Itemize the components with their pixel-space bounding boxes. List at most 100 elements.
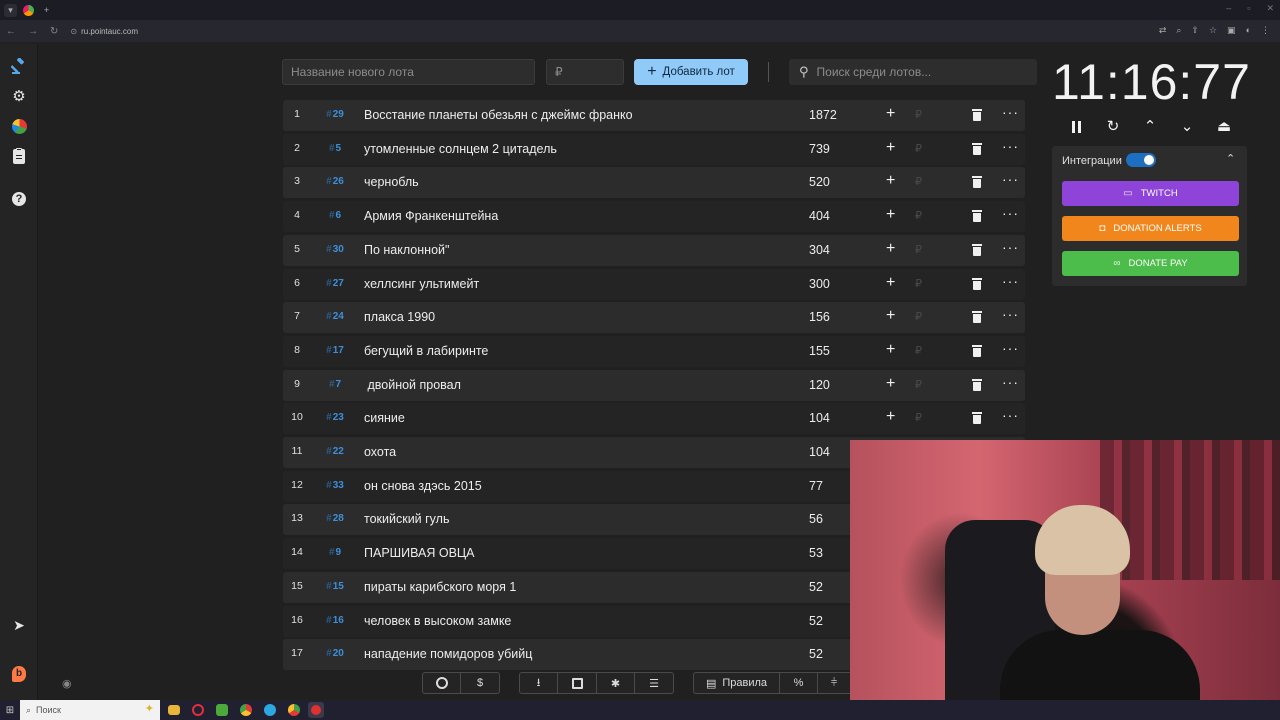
lot-name[interactable]: человек в высоком замке: [364, 614, 511, 628]
more-options-icon[interactable]: ···: [1002, 138, 1019, 154]
bug-icon[interactable]: ✱: [597, 673, 635, 693]
new-lot-amount-input[interactable]: ₽: [546, 59, 624, 85]
add-amount-icon[interactable]: +: [886, 341, 895, 359]
clipboard-icon[interactable]: [9, 146, 29, 166]
trash-icon[interactable]: [972, 243, 982, 256]
chevron-down-icon[interactable]: ⌄: [1177, 117, 1197, 137]
add-amount-icon[interactable]: +: [886, 274, 895, 292]
rules-button[interactable]: ▤ Правила: [694, 673, 780, 693]
more-options-icon[interactable]: ···: [1002, 273, 1019, 289]
new-tab-icon[interactable]: +: [40, 4, 53, 17]
telegram-taskbar-icon[interactable]: [264, 704, 276, 716]
eject-icon[interactable]: ⏏: [1214, 117, 1234, 137]
lot-name[interactable]: утомленные солнцем 2 цитадель: [364, 142, 557, 156]
lot-row[interactable]: 2 #5 утомленные солнцем 2 цитадель 739 + ₽ ···: [283, 133, 1025, 165]
trash-icon[interactable]: [972, 378, 982, 391]
bookmark-star-icon[interactable]: ☆: [1209, 25, 1217, 36]
lot-name[interactable]: он снова здэсь 2015: [364, 479, 482, 493]
maximize-icon[interactable]: ▫: [1247, 3, 1250, 14]
reset-timer-icon[interactable]: ↻: [1103, 117, 1123, 137]
close-window-icon[interactable]: ✕: [1266, 3, 1274, 14]
more-options-icon[interactable]: ···: [1002, 306, 1019, 322]
tab-favicon-icon[interactable]: [23, 4, 34, 16]
lot-name[interactable]: сияние: [364, 411, 405, 425]
more-options-icon[interactable]: ···: [1002, 239, 1019, 255]
menu-icon[interactable]: ⋮: [1261, 25, 1270, 36]
add-amount-icon[interactable]: +: [886, 375, 895, 393]
profile-icon[interactable]: ◐: [1246, 25, 1251, 36]
telegram-icon[interactable]: ➤: [9, 615, 29, 635]
opera-icon[interactable]: [192, 704, 204, 716]
chevron-up-icon[interactable]: ⌃: [1226, 152, 1235, 165]
windows-start-icon[interactable]: ⊞: [0, 700, 20, 720]
ruble-input-icon[interactable]: ₽: [915, 243, 922, 256]
lot-name[interactable]: пираты карибского моря 1: [364, 580, 516, 594]
add-amount-icon[interactable]: +: [886, 139, 895, 157]
add-amount-icon[interactable]: +: [886, 240, 895, 258]
add-amount-icon[interactable]: +: [886, 172, 895, 190]
lot-name[interactable]: По наклонной": [364, 243, 449, 257]
twitch-button[interactable]: ▭ TWITCH: [1062, 181, 1239, 206]
more-options-icon[interactable]: ···: [1002, 374, 1019, 390]
trash-icon[interactable]: [972, 142, 982, 155]
obs-icon[interactable]: [308, 702, 324, 718]
download-icon[interactable]: ⭳: [520, 673, 558, 693]
pause-icon[interactable]: [1066, 117, 1086, 137]
lot-row[interactable]: 9 #7 двойной провал 120 + ₽ ···: [283, 369, 1025, 401]
ruble-input-icon[interactable]: ₽: [915, 378, 922, 391]
eye-icon[interactable]: ◉: [62, 677, 76, 691]
reload-icon[interactable]: ↻: [50, 26, 58, 37]
percent-icon[interactable]: %: [780, 673, 818, 693]
lot-name[interactable]: Армия Франкенштейна: [364, 209, 498, 223]
lot-row[interactable]: 10 #23 сияние 104 + ₽ ···: [283, 403, 1025, 435]
integrations-toggle[interactable]: [1126, 153, 1156, 167]
chevron-up-icon[interactable]: ⌃: [1140, 117, 1160, 137]
forward-icon[interactable]: →: [28, 26, 38, 37]
lot-name[interactable]: бегущий в лабиринте: [364, 344, 488, 358]
clear-list-icon[interactable]: ☰: [635, 673, 673, 693]
chrome-icon[interactable]: [240, 704, 252, 716]
trash-icon[interactable]: [972, 176, 982, 189]
ruble-input-icon[interactable]: ₽: [915, 209, 922, 222]
lot-row[interactable]: 3 #26 чернобль 520 + ₽ ···: [283, 167, 1025, 199]
lot-row[interactable]: 4 #6 Армия Франкенштейна 404 + ₽ ···: [283, 201, 1025, 233]
add-amount-icon[interactable]: +: [886, 307, 895, 325]
donate-pay-button[interactable]: ∞ DONATE PAY: [1062, 251, 1239, 276]
lot-name[interactable]: ПАРШИВАЯ ОВЦА: [364, 546, 475, 560]
chrome-alt-icon[interactable]: [288, 704, 300, 716]
ruble-input-icon[interactable]: ₽: [915, 108, 922, 121]
trash-icon[interactable]: [972, 412, 982, 425]
lot-name[interactable]: охота: [364, 445, 396, 459]
trash-icon[interactable]: [972, 311, 982, 324]
trash-icon[interactable]: [972, 277, 982, 290]
dollar-icon[interactable]: $: [461, 673, 499, 693]
lot-name[interactable]: токийский гуль: [364, 512, 449, 526]
help-icon[interactable]: ?: [9, 189, 29, 209]
ruble-input-icon[interactable]: ₽: [915, 277, 922, 290]
file-explorer-icon[interactable]: [168, 705, 180, 715]
new-lot-name-input[interactable]: Название нового лота: [282, 59, 535, 85]
ruble-input-icon[interactable]: ₽: [915, 142, 922, 155]
lot-row[interactable]: 7 #24 плакса 1990 156 + ₽ ···: [283, 302, 1025, 334]
zoom-icon[interactable]: ⌕: [1176, 25, 1181, 36]
github-icon[interactable]: [423, 673, 461, 693]
more-options-icon[interactable]: ···: [1002, 340, 1019, 356]
add-amount-icon[interactable]: +: [886, 408, 895, 426]
trash-icon[interactable]: [972, 210, 982, 223]
ruble-input-icon[interactable]: ₽: [915, 411, 922, 424]
add-amount-icon[interactable]: +: [886, 206, 895, 224]
lot-name[interactable]: двойной провал: [364, 378, 460, 392]
more-options-icon[interactable]: ···: [1002, 407, 1019, 423]
trash-icon[interactable]: [972, 344, 982, 357]
donation-alerts-button[interactable]: ◘ DONATION ALERTS: [1062, 216, 1239, 241]
share-icon[interactable]: ⇪: [1191, 25, 1199, 36]
taskbar-search[interactable]: ⌕ Поиск ✦: [20, 700, 160, 720]
minimize-icon[interactable]: –: [1226, 3, 1231, 14]
minecraft-icon[interactable]: [216, 704, 228, 716]
extension-icon[interactable]: ▣: [1227, 25, 1236, 36]
lot-row[interactable]: 6 #27 хеллсинг ультимейт 300 + ₽ ···: [283, 268, 1025, 300]
gavel-icon[interactable]: [9, 56, 29, 76]
more-options-icon[interactable]: ···: [1002, 104, 1019, 120]
lot-name[interactable]: хеллсинг ультимейт: [364, 277, 479, 291]
gear-icon[interactable]: ⚙: [9, 86, 29, 106]
